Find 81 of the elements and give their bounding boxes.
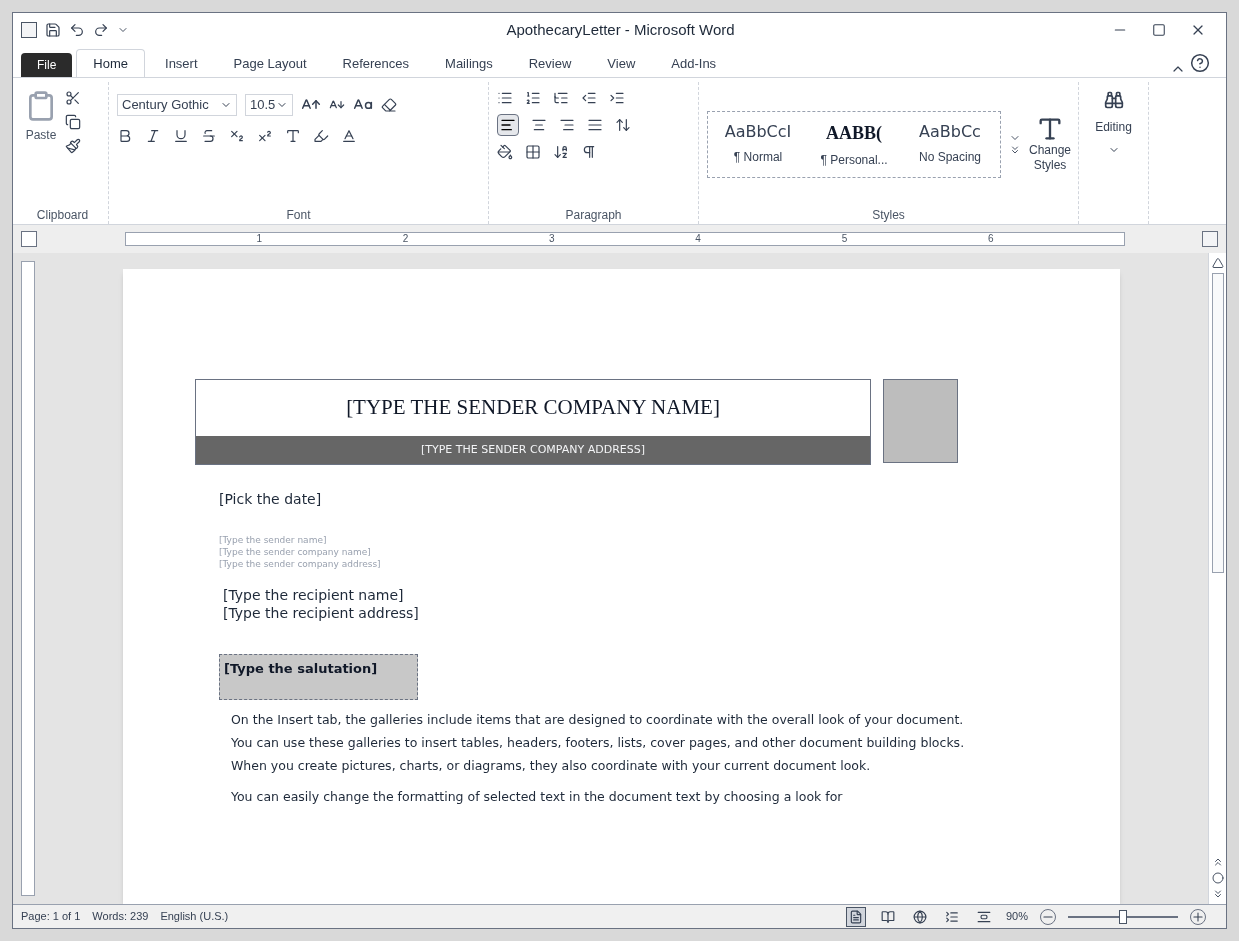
ribbon-tab[interactable]: References	[326, 49, 426, 77]
scroll-up-icon[interactable]	[1211, 257, 1224, 269]
bullets-icon[interactable]	[497, 90, 513, 106]
undo-icon[interactable]	[69, 22, 85, 38]
align-right-icon[interactable]	[559, 117, 575, 133]
body-paragraph: On the Insert tab, the galleries include items that are designed to coordinate with the overall look of your document. You can use these galleries to insert tables, headers, footers, lists, cover pages, and other document building blocks. When you create pictures, charts, or diagrams, they also coordinate with your current document look.	[231, 710, 966, 775]
ruler-number: 3	[549, 234, 555, 244]
word-count[interactable]: Words: 239	[92, 908, 149, 925]
decrease-indent-icon[interactable]	[581, 90, 597, 106]
ribbon-tab[interactable]: Home	[76, 48, 146, 77]
salutation-field[interactable]: [Type the salutation]	[219, 654, 419, 700]
window-title: ApothecaryLetter - Microsoft Word	[506, 19, 735, 40]
maximize-icon[interactable]	[1152, 23, 1166, 37]
borders-icon[interactable]	[525, 144, 541, 160]
font-color-icon[interactable]	[341, 127, 357, 144]
change-styles-button[interactable]: Change Styles	[1029, 115, 1072, 173]
company-name: [TYPE THE SENDER COMPANY NAME]	[346, 394, 720, 422]
format-painter-icon[interactable]	[65, 138, 81, 154]
style-option[interactable]: AABB( ¶ Personal...	[812, 119, 896, 169]
sender-line: [Type the sender company address]	[219, 558, 382, 570]
font-name-field[interactable]: Century Gothic	[117, 94, 237, 116]
browse-object-icon[interactable]	[1211, 872, 1224, 884]
group-label: Font	[286, 207, 311, 224]
align-left-button[interactable]	[497, 114, 519, 136]
date-field[interactable]: [Pick the date]	[219, 489, 322, 510]
text-effects-icon[interactable]	[285, 127, 301, 144]
save-icon[interactable]	[45, 22, 61, 38]
underline-icon[interactable]	[173, 127, 189, 144]
cut-icon[interactable]	[65, 90, 81, 106]
sort-icon[interactable]	[553, 144, 569, 160]
italic-icon[interactable]	[145, 127, 161, 144]
help-icon[interactable]	[1190, 53, 1210, 73]
body-paragraph: You can easily change the formatting of selected text in the document text by choosing a look for	[231, 787, 844, 806]
ruler-number: 1	[256, 234, 262, 244]
group-label: Paragraph	[565, 207, 622, 224]
ribbon-tab[interactable]: Insert	[149, 49, 214, 77]
show-formatting-icon[interactable]	[581, 144, 597, 160]
ribbon-tab[interactable]: Review	[512, 49, 588, 77]
style-option[interactable]: AaBbCc No Spacing	[908, 119, 992, 169]
zoom-slider-thumb[interactable]	[1119, 909, 1127, 924]
redo-icon[interactable]	[93, 22, 109, 38]
shading-icon[interactable]	[497, 144, 513, 160]
recipient-line: [Type the recipient address]	[223, 604, 420, 622]
paste-button[interactable]: Paste	[25, 90, 57, 206]
ribbon-tab[interactable]: Mailings	[429, 49, 509, 77]
scroll-thumb[interactable]	[1211, 273, 1224, 573]
numbering-icon[interactable]	[525, 90, 541, 106]
bold-icon[interactable]	[117, 127, 133, 144]
style-option[interactable]: AaBbCcI ¶ Normal	[716, 119, 800, 169]
highlighter-icon[interactable]	[313, 127, 329, 144]
more-styles-icon[interactable]	[1009, 144, 1021, 156]
group-label: Clipboard	[36, 207, 89, 224]
line-spacing-icon[interactable]	[615, 117, 631, 133]
strikethrough-icon[interactable]	[201, 127, 217, 144]
page-count[interactable]: Page: 1 of 1	[21, 908, 81, 925]
increase-indent-icon[interactable]	[609, 90, 625, 106]
language-indicator[interactable]: English (U.S.)	[160, 908, 229, 925]
ruler-number: 5	[841, 234, 848, 244]
sender-line: [Type the sender name]	[219, 534, 328, 546]
binoculars-icon	[1103, 90, 1124, 110]
align-center-icon[interactable]	[531, 117, 547, 133]
sender-line: [Type the sender company name]	[219, 546, 372, 558]
ribbon-tab[interactable]: Add-Ins	[655, 49, 733, 77]
multilevel-list-icon[interactable]	[553, 90, 569, 106]
ruler-number: 6	[988, 234, 994, 244]
group-label: Styles	[872, 207, 905, 224]
view-button[interactable]	[845, 906, 866, 927]
recipient-line: [Type the recipient name]	[223, 586, 405, 604]
ribbon-tab[interactable]: View	[591, 49, 652, 77]
editing-button[interactable]: Editing	[1083, 82, 1144, 156]
clear-formatting-icon[interactable]	[381, 96, 397, 113]
ruler-number: 2	[402, 234, 409, 244]
address-bar: [TYPE THE SENDER COMPANY ADDRESS]	[196, 436, 870, 464]
ribbon-tab[interactable]: Page Layout	[217, 49, 323, 77]
justify-icon[interactable]	[587, 117, 603, 133]
copy-icon[interactable]	[65, 114, 81, 130]
font-size-field[interactable]: 10.5	[245, 94, 293, 116]
ruler-number: 4	[695, 234, 701, 244]
align-left-icon	[500, 117, 516, 133]
zoom-level[interactable]: 90%	[1005, 908, 1028, 925]
file-tab[interactable]: File	[21, 53, 73, 77]
